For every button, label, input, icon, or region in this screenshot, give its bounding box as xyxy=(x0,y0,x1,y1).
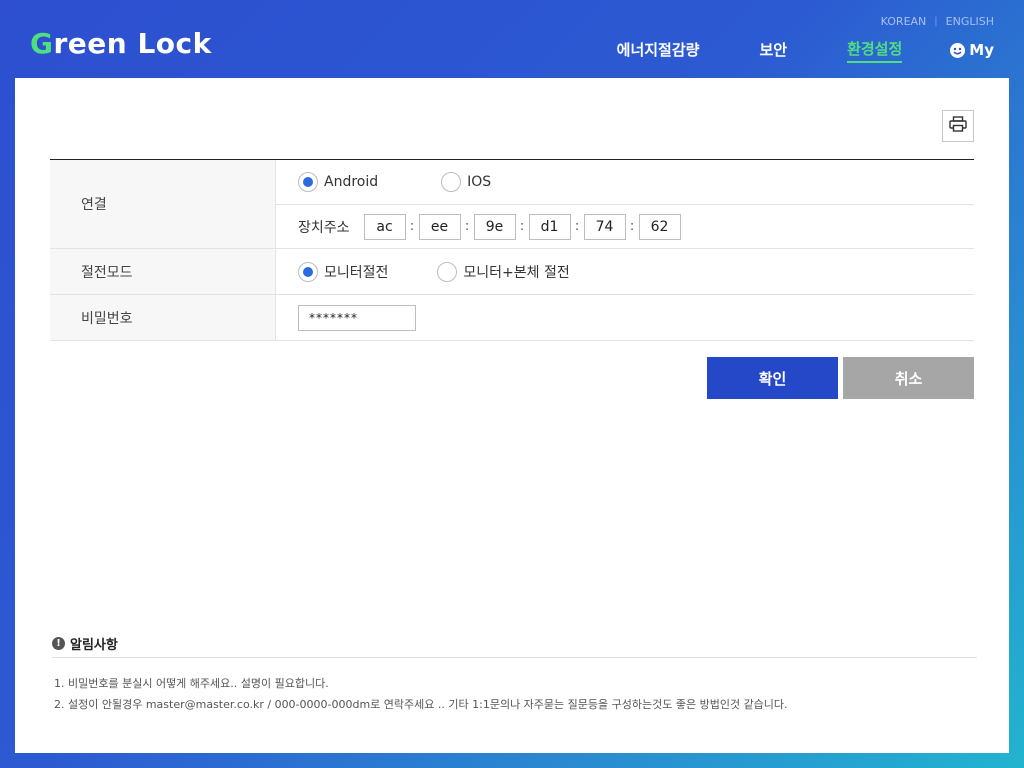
radio-monitor-body-circle xyxy=(437,261,458,282)
nav-my[interactable]: My xyxy=(950,41,994,62)
password-content: ******* xyxy=(276,295,974,340)
nav-security[interactable]: 보안 xyxy=(759,41,787,62)
mac-field-2[interactable]: ee xyxy=(418,213,461,240)
password-field-wrap: ******* xyxy=(276,295,974,340)
mac-field-6[interactable]: 62 xyxy=(638,213,681,240)
mac-separator: : xyxy=(464,219,470,234)
mac-separator: : xyxy=(574,219,580,234)
logo[interactable]: Green Lock xyxy=(30,28,212,60)
notice-list: 1. 비밀번호를 분실시 어떻게 해주세요.. 설명이 필요합니다. 2. 설정… xyxy=(52,673,977,715)
logo-text: reen Lock xyxy=(53,27,212,60)
radio-monitor-body-saving[interactable]: 모니터+본체 절전 xyxy=(437,261,570,282)
power-radio-group: 모니터절전 모니터+본체 절전 xyxy=(276,249,974,294)
print-button[interactable] xyxy=(942,110,974,142)
radio-android-circle xyxy=(298,172,318,192)
password-input[interactable]: ******* xyxy=(298,304,416,331)
mac-separator: : xyxy=(519,219,525,234)
notice-item: 2. 설정이 안될경우 master@master.co.kr / 000-00… xyxy=(54,698,788,711)
radio-monitor-saving[interactable]: 모니터절전 xyxy=(298,261,389,282)
radio-ios-label: IOS xyxy=(467,174,492,190)
mac-field-3[interactable]: 9e xyxy=(473,213,516,240)
notice-title-text: 알림사항 xyxy=(70,638,118,653)
row-power-mode: 절전모드 모니터절전 모니터+본체 절전 xyxy=(50,249,974,295)
mac-separator: : xyxy=(629,219,635,234)
lang-korean[interactable]: KOREAN xyxy=(881,15,927,28)
nav-settings[interactable]: 환경설정 xyxy=(847,40,903,63)
printer-icon xyxy=(949,116,967,136)
label-power-mode: 절전모드 xyxy=(50,249,276,294)
radio-android-label: Android xyxy=(324,174,379,190)
os-radio-group: Android IOS xyxy=(276,160,974,204)
confirm-button[interactable]: 확인 xyxy=(707,357,838,399)
nav-energy-saving[interactable]: 에너지절감량 xyxy=(617,41,700,62)
radio-monitor-circle xyxy=(298,261,318,282)
notice-title: ! 알림사항 xyxy=(52,634,977,655)
lang-english[interactable]: ENGLISH xyxy=(946,15,994,28)
smiley-icon xyxy=(950,42,966,58)
logo-prefix: G xyxy=(30,27,54,60)
mac-field-5[interactable]: 74 xyxy=(583,213,626,240)
row-connection: 연결 Android IOS 장치주소 ac : ee: 9e: d1: … xyxy=(50,160,974,249)
mac-separator: : xyxy=(409,219,415,234)
settings-form: 연결 Android IOS 장치주소 ac : ee: 9e: d1: … xyxy=(50,159,974,341)
warning-icon: ! xyxy=(52,637,65,650)
mac-field-4[interactable]: d1 xyxy=(528,213,571,240)
notice-section: ! 알림사항 1. 비밀번호를 분실시 어떻게 해주세요.. 설명이 필요합니다… xyxy=(52,634,977,715)
language-switch: KOREAN | ENGLISH xyxy=(881,15,994,28)
radio-monitor-label: 모니터절전 xyxy=(324,264,389,281)
nav-my-label: My xyxy=(969,41,994,59)
notice-item: 1. 비밀번호를 분실시 어떻게 해주세요.. 설명이 필요합니다. xyxy=(54,677,329,690)
mac-address-label: 장치주소 xyxy=(298,219,350,236)
row-password: 비밀번호 ******* xyxy=(50,295,974,341)
mac-field-1[interactable]: ac xyxy=(363,213,406,240)
notice-divider xyxy=(52,657,977,658)
settings-panel: 연결 Android IOS 장치주소 ac : ee: 9e: d1: … xyxy=(15,78,1009,753)
power-mode-content: 모니터절전 모니터+본체 절전 xyxy=(276,249,974,294)
main-nav: 에너지절감량 보안 환경설정 My xyxy=(557,40,994,63)
mac-address-row: 장치주소 ac : ee : 9e : d1 : 74 : 62 xyxy=(276,204,974,248)
cancel-button[interactable]: 취소 xyxy=(843,357,974,399)
radio-ios-circle xyxy=(441,172,462,192)
form-buttons: 확인 취소 xyxy=(707,357,974,399)
radio-android[interactable]: Android xyxy=(298,172,378,192)
radio-monitor-body-label: 모니터+본체 절전 xyxy=(463,264,570,281)
lang-separator: | xyxy=(934,16,938,27)
label-password: 비밀번호 xyxy=(50,295,276,340)
label-connection: 연결 xyxy=(50,160,276,248)
radio-ios[interactable]: IOS xyxy=(441,172,491,192)
connection-content: Android IOS 장치주소 ac : ee : 9e : d1: 74 … xyxy=(276,160,974,248)
